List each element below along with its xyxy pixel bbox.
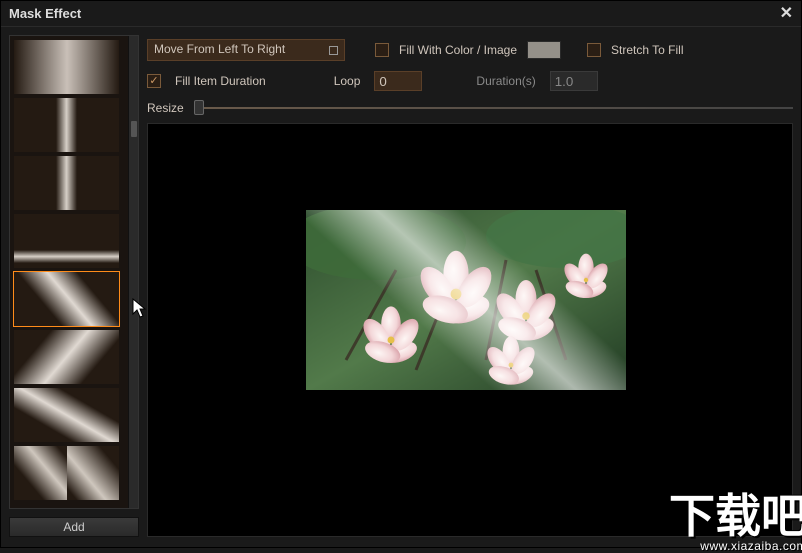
fill-color-swatch[interactable]	[527, 41, 561, 59]
preview-image	[306, 210, 626, 390]
mask-thumb[interactable]	[14, 156, 119, 210]
loop-label: Loop	[334, 74, 361, 88]
thumbs-scrollbar[interactable]	[128, 36, 138, 508]
resize-label: Resize	[147, 101, 184, 115]
mask-thumb[interactable]	[14, 98, 119, 152]
mask-thumb[interactable]	[14, 272, 119, 326]
mask-thumb[interactable]	[14, 330, 119, 384]
window-title: Mask Effect	[9, 6, 81, 21]
resize-slider[interactable]	[194, 101, 793, 115]
resize-slider-thumb[interactable]	[194, 100, 204, 115]
stretch-checkbox[interactable]	[587, 43, 601, 57]
stretch-label: Stretch To Fill	[611, 43, 683, 57]
preview-panel	[147, 123, 793, 537]
loop-input[interactable]	[374, 71, 422, 91]
duration-label: Duration(s)	[476, 74, 535, 88]
mask-thumb[interactable]	[14, 214, 119, 268]
dropdown-value: Move From Left To Right	[154, 42, 285, 56]
close-icon[interactable]: ✕	[780, 9, 793, 19]
mask-thumb[interactable]	[14, 446, 119, 500]
duration-input[interactable]	[550, 71, 598, 91]
add-button[interactable]: Add	[9, 517, 139, 537]
fill-item-duration-label: Fill Item Duration	[175, 74, 266, 88]
mask-thumb[interactable]	[14, 40, 119, 94]
scroll-handle[interactable]	[131, 121, 137, 137]
titlebar: Mask Effect ✕	[1, 1, 801, 27]
movement-dropdown[interactable]: Move From Left To Right	[147, 39, 345, 61]
mask-thumb[interactable]	[14, 388, 119, 442]
fill-color-checkbox[interactable]	[375, 43, 389, 57]
fill-color-label: Fill With Color / Image	[399, 43, 517, 57]
mask-thumbnail-panel	[9, 35, 139, 509]
fill-item-duration-checkbox[interactable]	[147, 74, 161, 88]
